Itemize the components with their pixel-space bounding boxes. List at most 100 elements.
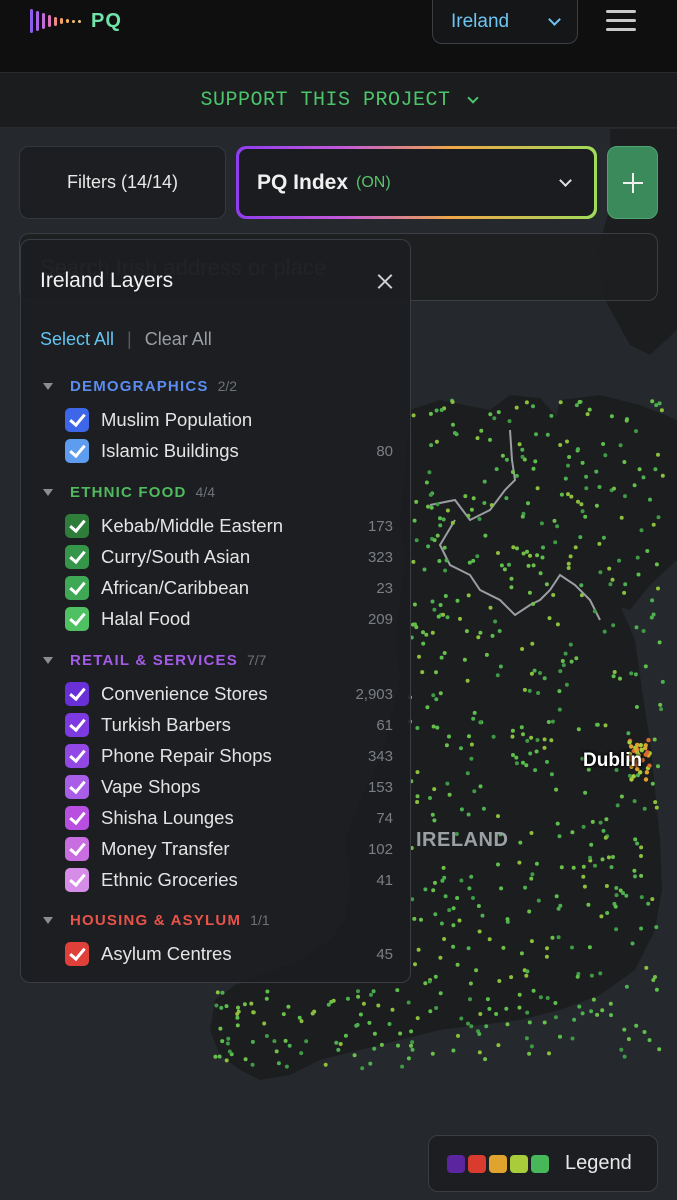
poi-dot bbox=[415, 800, 420, 804]
poi-dot bbox=[411, 559, 416, 564]
poi-dot bbox=[639, 854, 643, 858]
poi-dot bbox=[634, 625, 639, 630]
poi-dot bbox=[430, 812, 435, 817]
poi-dot bbox=[505, 917, 510, 922]
checkbox-checked-icon[interactable] bbox=[65, 576, 89, 600]
poi-dot bbox=[472, 789, 477, 794]
poi-dot bbox=[575, 974, 580, 979]
poi-dot bbox=[521, 732, 525, 737]
checkbox-checked-icon[interactable] bbox=[65, 837, 89, 861]
poi-dot bbox=[610, 577, 615, 582]
poi-dot bbox=[496, 1043, 501, 1048]
poi-dot bbox=[627, 773, 632, 778]
layer-row[interactable]: Halal Food 209 bbox=[65, 606, 393, 632]
layer-group-header[interactable]: HOUSING & ASYLUM 1/1 bbox=[43, 910, 270, 930]
filters-button[interactable]: Filters (14/14) bbox=[19, 146, 226, 219]
layer-row[interactable]: Muslim Population bbox=[65, 407, 393, 433]
poi-dot bbox=[618, 676, 622, 681]
poi-dot bbox=[570, 830, 575, 835]
menu-icon[interactable] bbox=[606, 10, 636, 32]
pq-index-select[interactable]: PQ Index (ON) bbox=[236, 146, 597, 219]
poi-dot bbox=[450, 520, 455, 525]
poi-dot bbox=[439, 408, 444, 412]
poi-dot bbox=[601, 828, 606, 833]
poi-dot bbox=[555, 622, 560, 627]
poi-dot bbox=[621, 891, 625, 896]
layer-row[interactable]: Turkish Barbers 61 bbox=[65, 712, 393, 738]
poi-dot bbox=[656, 515, 661, 520]
poi-dot bbox=[464, 629, 469, 634]
poi-dot bbox=[419, 917, 423, 922]
layer-group-header[interactable]: RETAIL & SERVICES 7/7 bbox=[43, 650, 266, 670]
checkbox-checked-icon[interactable] bbox=[65, 744, 89, 768]
select-all-link[interactable]: Select All bbox=[40, 329, 114, 350]
poi-dot bbox=[398, 1031, 403, 1036]
support-label: SUPPORT THIS PROJECT bbox=[200, 88, 451, 112]
layer-row[interactable]: Curry/South Asian 323 bbox=[65, 544, 393, 570]
poi-dot bbox=[547, 1051, 551, 1056]
layer-row[interactable]: Asylum Centres 45 bbox=[65, 941, 393, 967]
layer-name: Vape Shops bbox=[101, 776, 201, 797]
close-icon[interactable] bbox=[377, 274, 392, 289]
checkbox-checked-icon[interactable] bbox=[65, 607, 89, 631]
checkbox-checked-icon[interactable] bbox=[65, 868, 89, 892]
poi-dot bbox=[658, 702, 663, 707]
checkbox-checked-icon[interactable] bbox=[65, 545, 89, 569]
layer-row[interactable]: Vape Shops 153 bbox=[65, 774, 393, 800]
layer-group-header[interactable]: DEMOGRAPHICS 2/2 bbox=[43, 376, 237, 396]
poi-dot bbox=[411, 413, 416, 418]
poi-dot bbox=[433, 912, 438, 917]
checkbox-checked-icon[interactable] bbox=[65, 806, 89, 830]
checkbox-checked-icon[interactable] bbox=[65, 713, 89, 737]
poi-dot bbox=[427, 470, 432, 475]
poi-dot bbox=[283, 1038, 288, 1043]
poi-dot bbox=[563, 651, 568, 656]
poi-dot bbox=[358, 1012, 363, 1017]
poi-dot bbox=[559, 865, 564, 870]
poi-dot bbox=[367, 1020, 372, 1025]
layer-row[interactable]: Convenience Stores 2,903 bbox=[65, 681, 393, 707]
layer-row[interactable]: Phone Repair Shops 343 bbox=[65, 743, 393, 769]
country-select[interactable]: Ireland bbox=[432, 0, 578, 44]
poi-dot bbox=[632, 799, 637, 804]
poi-dot bbox=[220, 1039, 225, 1044]
poi-dot bbox=[371, 989, 376, 994]
poi-dot bbox=[521, 551, 526, 556]
checkbox-checked-icon[interactable] bbox=[65, 775, 89, 799]
poi-dot bbox=[499, 886, 504, 891]
layer-row[interactable]: Shisha Lounges 74 bbox=[65, 805, 393, 831]
poi-dot bbox=[455, 962, 460, 967]
layer-group-header[interactable]: ETHNIC FOOD 4/4 bbox=[43, 482, 215, 502]
checkbox-checked-icon[interactable] bbox=[65, 682, 89, 706]
poi-dot bbox=[415, 1016, 420, 1021]
checkbox-checked-icon[interactable] bbox=[65, 514, 89, 538]
poi-dot bbox=[570, 1036, 575, 1041]
poi-dot bbox=[611, 674, 616, 679]
logo-bar bbox=[72, 19, 75, 23]
poi-dot bbox=[443, 594, 448, 598]
layer-group-count: 7/7 bbox=[246, 652, 267, 668]
legend-button[interactable]: Legend bbox=[428, 1135, 658, 1192]
poi-dot bbox=[555, 524, 560, 529]
layer-row[interactable]: Money Transfer 102 bbox=[65, 836, 393, 862]
app-logo[interactable]: PQ bbox=[30, 8, 122, 34]
poi-dot bbox=[526, 563, 531, 568]
poi-dot bbox=[609, 414, 614, 419]
poi-dot bbox=[215, 990, 220, 995]
poi-dot bbox=[433, 974, 438, 979]
layer-row[interactable]: African/Caribbean 23 bbox=[65, 575, 393, 601]
support-banner[interactable]: SUPPORT THIS PROJECT bbox=[0, 72, 677, 128]
layer-row[interactable]: Kebab/Middle Eastern 173 bbox=[65, 513, 393, 539]
checkbox-checked-icon[interactable] bbox=[65, 408, 89, 432]
add-button[interactable] bbox=[607, 146, 658, 219]
checkbox-checked-icon[interactable] bbox=[65, 942, 89, 966]
layer-row[interactable]: Ethnic Groceries 41 bbox=[65, 867, 393, 893]
checkbox-checked-icon[interactable] bbox=[65, 439, 89, 463]
poi-dot bbox=[584, 486, 589, 491]
poi-dot bbox=[498, 664, 503, 669]
clear-all-link[interactable]: Clear All bbox=[145, 329, 212, 350]
poi-dot bbox=[624, 418, 629, 423]
layer-row[interactable]: Islamic Buildings 80 bbox=[65, 438, 393, 464]
poi-dot bbox=[528, 553, 532, 558]
layer-count: 45 bbox=[376, 945, 393, 963]
